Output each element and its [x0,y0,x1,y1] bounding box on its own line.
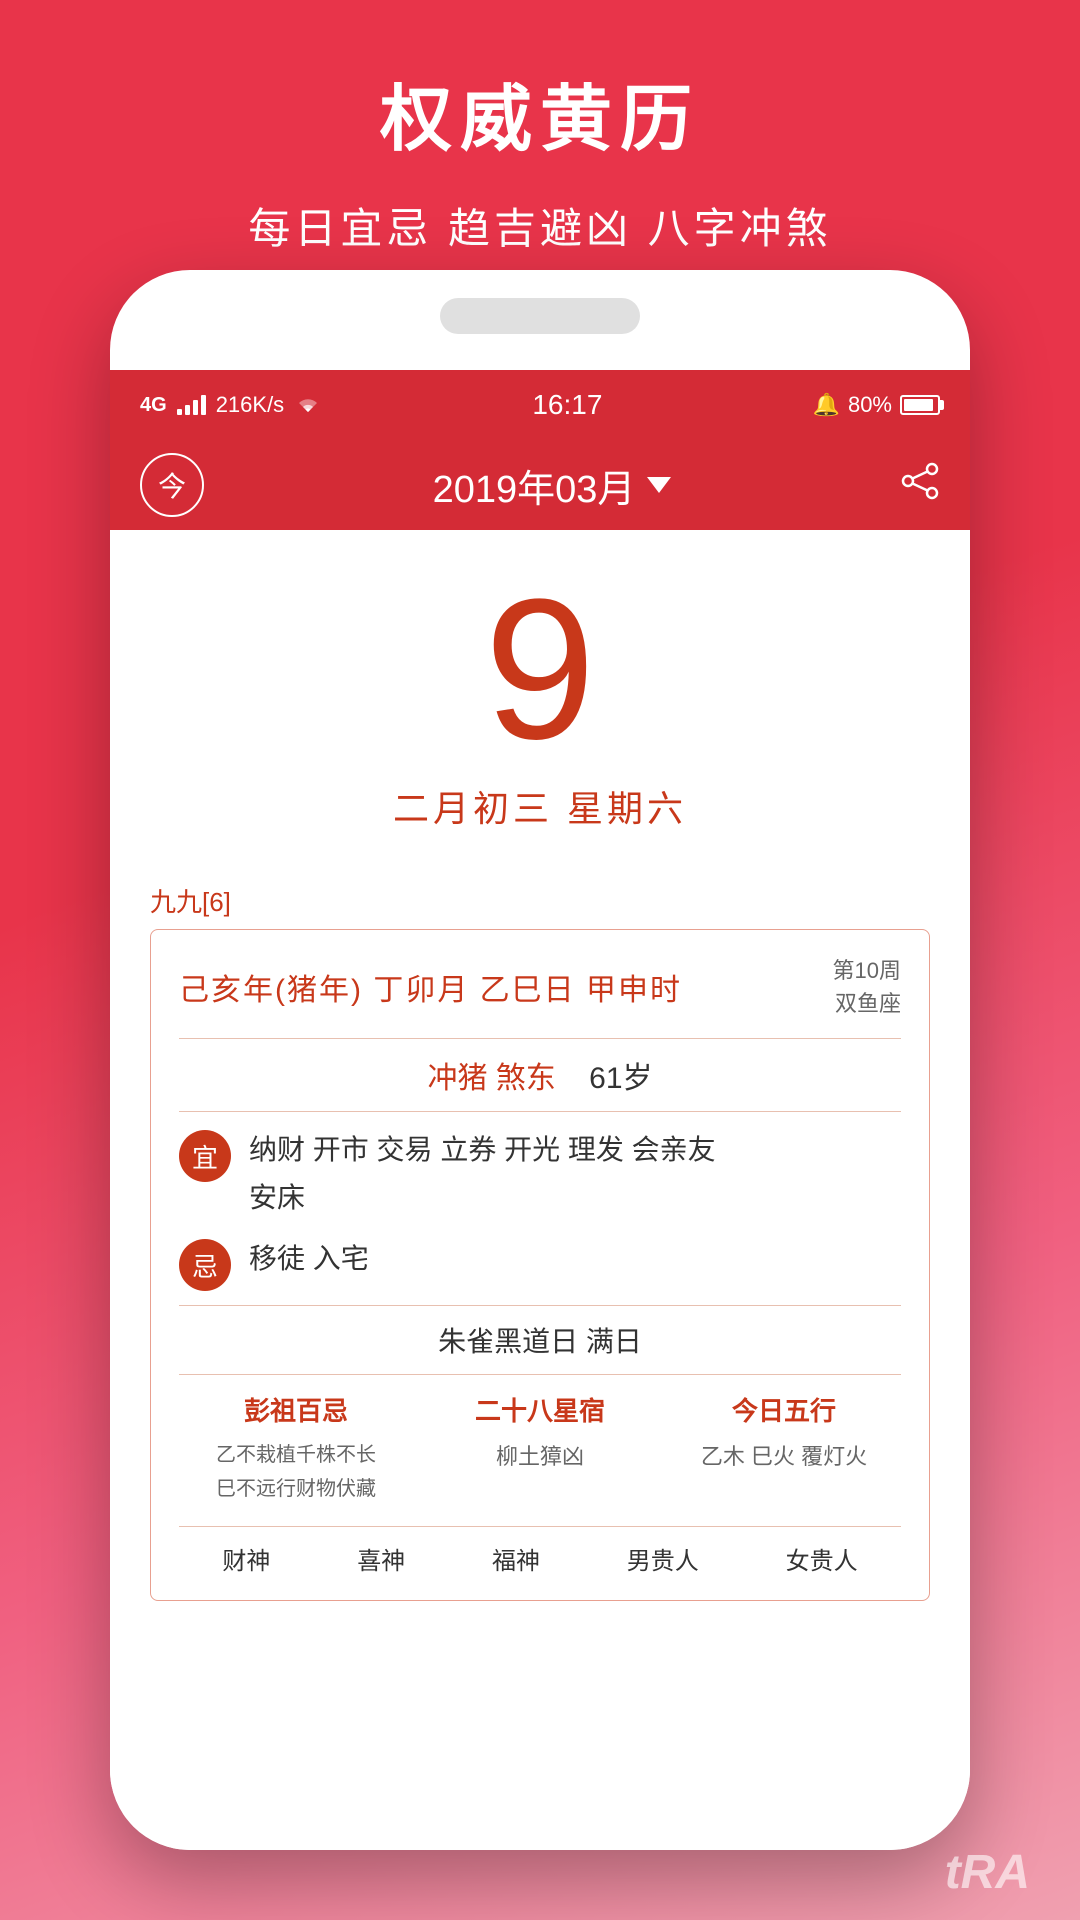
signal-bars [177,395,206,415]
today-button[interactable]: 今 [140,453,204,517]
battery-icon [900,395,940,415]
col-wuxing-content: 乙木 巳火 覆灯火 [667,1438,901,1475]
god-fushen: 福神 [492,1541,540,1576]
network-type: 4G [140,394,167,417]
wifi-icon [294,394,322,416]
status-right: 🔔 80% [813,392,940,418]
god-caishen: 财神 [222,1541,270,1576]
battery-percent: 80% [848,392,892,418]
yi-badge: 宜 [179,1130,231,1182]
zodiac-sign: 双鱼座 [833,987,901,1020]
god-xishen: 喜神 [357,1541,405,1576]
ji-row: 忌 移徒 入宅 [179,1235,901,1291]
divider-3 [179,1305,901,1306]
col-pengzu-content: 乙不栽植千株不长 巳不远行财物伏藏 [179,1438,413,1506]
date-display: 9 二月初三 星期六 [150,530,930,852]
divider-1 [179,1038,901,1039]
detail-card: 己亥年(猪年) 丁卯月 乙巳日 甲申时 第10周 双鱼座 冲猪 煞东 61岁 [150,929,930,1601]
share-button[interactable] [900,461,940,510]
week-zodiac: 第10周 双鱼座 [833,954,901,1020]
nine-nine-label: 九九[6] [150,882,930,919]
app-title: 权威黄历 [0,0,1080,165]
phone-notch [440,298,640,334]
col-xingxiu: 二十八星宿 柳土獐凶 [423,1391,657,1506]
status-time: 16:17 [532,389,602,421]
content-area: 9 二月初三 星期六 九九[6] 己亥年(猪年) 丁卯月 乙巳日 甲申时 第10… [110,530,970,1850]
god-nanguiren: 男贵人 [627,1541,699,1576]
detail-section: 九九[6] 己亥年(猪年) 丁卯月 乙巳日 甲申时 第10周 双鱼座 冲猪 煞 [150,882,930,1601]
chong-text: 冲猪 煞东 [427,1062,555,1095]
dropdown-arrow-icon [647,477,671,493]
divider-2 [179,1111,901,1112]
col-wuxing: 今日五行 乙木 巳火 覆灯火 [667,1391,901,1506]
ji-badge: 忌 [179,1239,231,1291]
chong-row: 冲猪 煞东 61岁 [179,1053,901,1097]
yi-row: 宜 纳财 开市 交易 立券 开光 理发 会亲友 安床 [179,1126,901,1221]
ganzhi-row: 己亥年(猪年) 丁卯月 乙巳日 甲申时 第10周 双鱼座 [179,954,901,1020]
black-day: 朱雀黑道日 满日 [179,1320,901,1360]
status-left: 4G 216K/s [140,392,322,418]
col-xingxiu-title: 二十八星宿 [423,1391,657,1428]
month-display: 2019年03月 [433,458,636,513]
chong-age: 61岁 [589,1062,652,1095]
watermark: tRA [945,1845,1030,1900]
ganzhi-main: 己亥年(猪年) 丁卯月 乙巳日 甲申时 [179,965,682,1009]
alarm-icon: 🔔 [813,392,840,418]
nav-bar: 今 2019年03月 [110,440,970,530]
god-nvguiren: 女贵人 [786,1541,858,1576]
three-cols: 彭祖百忌 乙不栽植千株不长 巳不远行财物伏藏 二十八星宿 柳土獐凶 今日五行 乙… [179,1391,901,1506]
col-pengzu: 彭祖百忌 乙不栽植千株不长 巳不远行财物伏藏 [179,1391,413,1506]
bottom-gods-row: 财神 喜神 福神 男贵人 女贵人 [179,1526,901,1576]
week-number: 第10周 [833,954,901,987]
lunar-date: 二月初三 星期六 [150,780,930,832]
yi-content: 纳财 开市 交易 立券 开光 理发 会亲友 安床 [249,1126,901,1221]
day-number: 9 [150,570,930,770]
divider-4 [179,1374,901,1375]
phone-frame: 4G 216K/s 16:17 🔔 80% [110,270,970,1850]
ji-content: 移徒 入宅 [249,1235,901,1283]
col-wuxing-title: 今日五行 [667,1391,901,1428]
network-speed: 216K/s [216,392,285,418]
col-pengzu-title: 彭祖百忌 [179,1391,413,1428]
app-subtitle: 每日宜忌 趋吉避凶 八字冲煞 [0,195,1080,256]
month-selector[interactable]: 2019年03月 [433,458,672,513]
col-xingxiu-content: 柳土獐凶 [423,1438,657,1475]
status-bar: 4G 216K/s 16:17 🔔 80% [110,370,970,440]
